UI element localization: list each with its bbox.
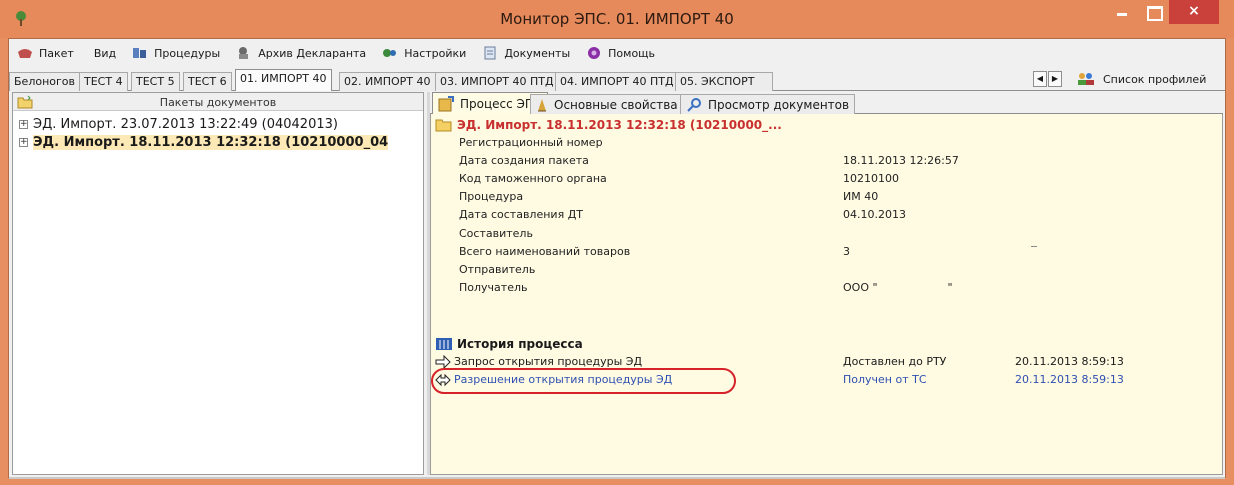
tab-import-02[interactable]: 02. ИМПОРТ 40 [339, 72, 436, 91]
tab-import-03[interactable]: 03. ИМПОРТ 40 ПТД [435, 72, 559, 91]
history-time: 20.11.2013 8:59:13 [1015, 373, 1124, 386]
tab-import-01[interactable]: 01. ИМПОРТ 40 [235, 69, 332, 91]
tab-test5[interactable]: ТЕСТ 5 [131, 72, 180, 91]
folder-open-icon [435, 119, 452, 132]
package-icon [18, 49, 32, 58]
tab-documents-preview[interactable]: Просмотр документов [680, 94, 856, 114]
prop-label: Процедура [459, 190, 524, 203]
package-title: ЭД. Импорт. 18.11.2013 12:32:18 (1021000… [457, 118, 782, 132]
procedures-icon [133, 48, 147, 58]
tab-scroll-right-icon[interactable]: ▶ [1048, 71, 1062, 87]
prop-label: Код таможенного органа [459, 172, 607, 185]
details-tabs: Процесс ЭПС Основные свойства Просмотр д… [430, 92, 1223, 115]
profile-tabs: Белоногов ТЕСТ 4 ТЕСТ 5 ТЕСТ 6 01. ИМПОР… [9, 69, 1225, 91]
maximize-button[interactable] [1138, 0, 1168, 24]
packages-panel-header: Пакеты документов [13, 93, 423, 111]
redaction-dash [1031, 246, 1037, 247]
packages-panel-title: Пакеты документов [159, 96, 277, 109]
settings-icon [383, 49, 397, 57]
menu-procedures-label: Процедуры [154, 46, 221, 60]
process-icon [438, 96, 454, 112]
expand-icon[interactable]: + [19, 119, 28, 129]
menu-package-label: Пакет [39, 46, 74, 60]
menu-procedures[interactable]: Процедуры [132, 46, 220, 60]
users-icon [1078, 73, 1094, 85]
tab-test6[interactable]: ТЕСТ 6 [183, 72, 232, 91]
menu-view-label: Вид [93, 46, 117, 60]
prop-label: Дата создания пакета [459, 154, 589, 167]
prop-label: Дата составления ДТ [459, 208, 584, 221]
menu-settings[interactable]: Настройки [382, 46, 466, 60]
prop-value: ИМ 40 [843, 190, 879, 203]
package-tree-item-selected[interactable]: + ЭД. Импорт. 18.11.2013 12:32:18 (10210… [19, 133, 423, 151]
tab-test4[interactable]: ТЕСТ 4 [79, 72, 128, 91]
menu-archive[interactable]: Архив Декларанта [236, 46, 366, 60]
history-icon [436, 338, 452, 350]
status-bar [9, 477, 1225, 479]
history-time: 20.11.2013 8:59:13 [1015, 355, 1124, 368]
details-panel: Процесс ЭПС Основные свойства Просмотр д… [430, 92, 1223, 475]
package-label: ЭД. Импорт. 18.11.2013 12:32:18 (1021000… [33, 134, 389, 150]
close-button[interactable]: × [1169, 0, 1219, 24]
package-label: ЭД. Импорт. 23.07.2013 13:22:49 (0404201… [33, 116, 338, 132]
client-area: Пакет Вид Процедуры Архив Декларанта Нас… [8, 38, 1226, 479]
title-bar[interactable]: Монитор ЭПС. 01. ИМПОРТ 40 × [0, 0, 1234, 38]
tab-main-properties-label: Основные свойства [554, 97, 678, 112]
documents-icon [484, 46, 496, 60]
profiles-list-button[interactable]: Список профилей [1077, 72, 1206, 86]
close-icon: × [1188, 3, 1200, 19]
process-content: ЭД. Импорт. 18.11.2013 12:32:18 (1021000… [430, 114, 1223, 475]
tab-import-04[interactable]: 04. ИМПОРТ 40 ПТД [555, 72, 679, 91]
prop-label: Отправитель [459, 263, 536, 276]
minimize-button[interactable] [1107, 0, 1137, 24]
menu-archive-label: Архив Декларанта [258, 46, 367, 60]
menu-help-label: Помощь [608, 46, 656, 60]
menu-help[interactable]: Помощь [586, 46, 655, 60]
menu-settings-label: Настройки [404, 46, 467, 60]
arrow-right-icon [435, 355, 451, 369]
history-title: История процесса [457, 337, 583, 351]
prop-label: Всего наименований товаров [459, 245, 631, 258]
menu-documents-label: Документы [504, 46, 571, 60]
menu-view[interactable]: Вид [94, 47, 116, 60]
menu-documents[interactable]: Документы [482, 46, 570, 60]
prop-value: 3 [843, 245, 850, 258]
tab-export-05[interactable]: 05. ЭКСПОРТ [675, 72, 773, 91]
expand-icon[interactable]: + [19, 137, 28, 147]
prop-label: Регистрационный номер [459, 136, 603, 149]
app-window: Монитор ЭПС. 01. ИМПОРТ 40 × Пакет Вид П… [0, 0, 1234, 485]
prop-value: 04.10.2013 [843, 208, 906, 221]
history-name: Запрос открытия процедуры ЭД [454, 355, 643, 368]
history-status: Доставлен до РТУ [843, 355, 947, 368]
annotation-highlight [431, 368, 736, 394]
prop-value: 18.11.2013 12:26:57 [843, 154, 959, 167]
profiles-list-label: Список профилей [1103, 72, 1207, 86]
window-title: Монитор ЭПС. 01. ИМПОРТ 40 [500, 10, 734, 28]
packages-panel: Пакеты документов + ЭД. Импорт. 23.07.20… [12, 92, 424, 475]
menu-bar: Пакет Вид Процедуры Архив Декларанта Нас… [9, 39, 1225, 67]
prop-value: ООО " " [843, 281, 953, 294]
help-icon [588, 47, 601, 59]
tab-documents-preview-label: Просмотр документов [708, 97, 850, 112]
prop-label: Составитель [459, 227, 533, 240]
prop-label: Получатель [459, 281, 528, 294]
tab-scroll-left-icon[interactable]: ◀ [1033, 71, 1047, 87]
archive-icon [239, 47, 249, 59]
preview-icon [687, 97, 701, 112]
menu-package[interactable]: Пакет [17, 46, 74, 60]
package-header: ЭД. Импорт. 18.11.2013 12:32:18 (1021000… [435, 117, 782, 133]
history-header: История процесса [435, 337, 583, 351]
tab-belonogov[interactable]: Белоногов [9, 72, 80, 91]
properties-icon [538, 98, 546, 111]
tab-main-properties[interactable]: Основные свойства [530, 94, 684, 114]
prop-value: 10210100 [843, 172, 899, 185]
package-tree-item[interactable]: + ЭД. Импорт. 23.07.2013 13:22:49 (04042… [19, 115, 338, 133]
history-status: Получен от ТС [843, 373, 927, 386]
